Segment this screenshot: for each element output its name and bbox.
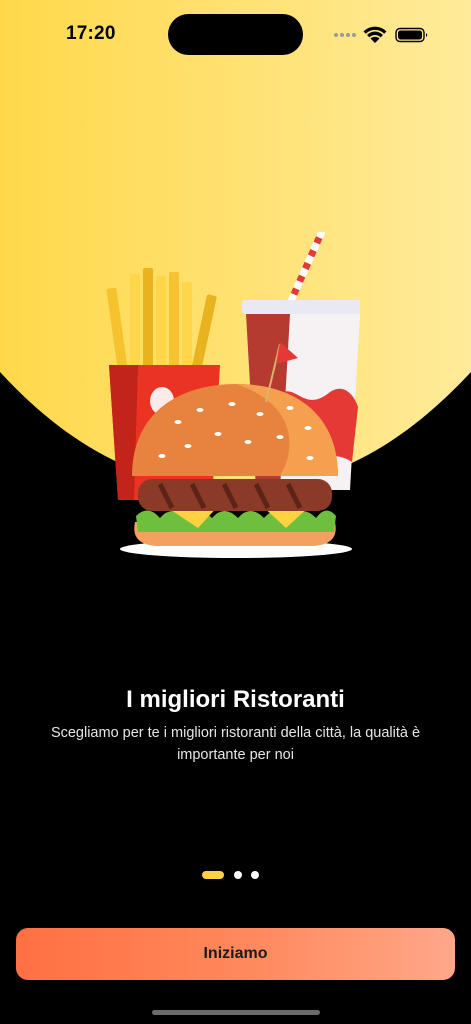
status-time: 17:20 — [66, 23, 116, 44]
battery-icon — [395, 27, 428, 43]
wifi-icon — [363, 26, 387, 43]
page-dot[interactable] — [234, 871, 242, 879]
onboarding-subtitle: Scegliamo per te i migliori ristoranti d… — [50, 725, 421, 763]
home-indicator — [152, 1010, 320, 1015]
dynamic-island — [168, 14, 303, 55]
onboarding-title: I migliori Ristoranti — [126, 686, 345, 713]
start-button[interactable]: Iniziamo — [16, 928, 455, 980]
food-illustration — [106, 232, 360, 558]
page-dot[interactable] — [251, 871, 259, 879]
status-icons — [334, 26, 428, 43]
cellular-signal-icon — [334, 33, 356, 37]
page-dot-active[interactable] — [202, 871, 224, 879]
